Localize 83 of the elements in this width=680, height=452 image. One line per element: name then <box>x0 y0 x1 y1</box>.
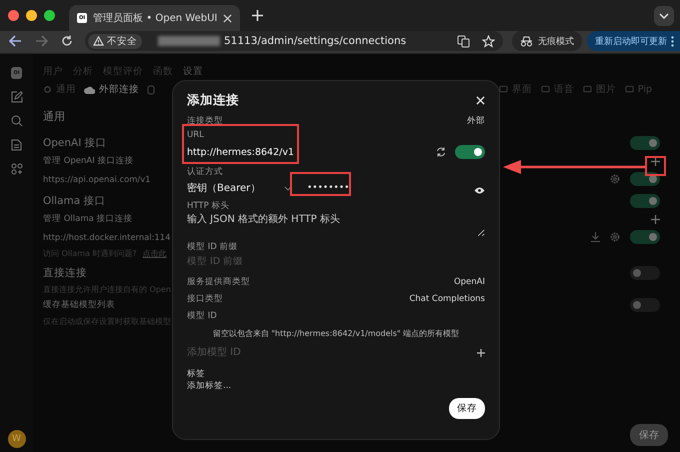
incognito-icon <box>520 36 533 46</box>
eye-icon[interactable] <box>474 186 485 194</box>
refresh-icon[interactable] <box>436 147 446 157</box>
tab-search-button[interactable] <box>654 6 674 26</box>
tags-input[interactable]: 添加标签... <box>187 380 485 392</box>
setting-heading: OpenAI 接口 <box>43 136 107 150</box>
apps-icon[interactable] <box>10 163 22 175</box>
chevron-down-icon[interactable] <box>284 186 292 190</box>
highlight-frame <box>645 156 666 176</box>
highlight-frame <box>290 172 351 196</box>
address-bar[interactable]: 不安全 51113/admin/settings/connections <box>85 31 503 51</box>
new-tab-icon[interactable] <box>252 10 263 21</box>
field-label: 接口类型 <box>187 293 223 305</box>
save-button[interactable]: 保存 <box>630 424 668 446</box>
setting-label: 管理 OpenAI 接口连接 <box>43 155 134 167</box>
field-label: 模型 ID <box>187 310 218 322</box>
setting-label: 缓存基础模型列表 <box>43 299 115 311</box>
document-icon[interactable] <box>11 139 22 151</box>
nav-tab[interactable]: 设置 <box>183 65 203 78</box>
toggle-switch[interactable] <box>455 145 485 159</box>
auth-method-select[interactable]: 密钥（Bearer） <box>187 181 275 195</box>
back-icon[interactable] <box>9 35 22 47</box>
settings-icon[interactable] <box>610 232 620 242</box>
cloud-icon <box>84 86 95 94</box>
search-icon[interactable] <box>10 115 22 127</box>
monitor-icon <box>624 85 634 94</box>
user-avatar[interactable]: W <box>8 430 26 448</box>
toggle-switch[interactable] <box>630 230 660 244</box>
connection-url: http://host.docker.internal:114 <box>43 232 170 242</box>
help-link[interactable]: 点击此 <box>142 248 167 258</box>
add-icon[interactable] <box>477 348 485 356</box>
setting-heading: Ollama 接口 <box>43 194 106 208</box>
star-icon[interactable] <box>482 34 495 48</box>
field-label: 认证方式 <box>187 166 224 178</box>
monitor-icon <box>540 85 550 94</box>
provider-select[interactable]: OpenAI <box>454 277 485 287</box>
prefix-input[interactable]: 模型 ID 前缀 <box>187 253 485 269</box>
field-label: URL <box>187 130 205 140</box>
reload-icon[interactable] <box>61 35 73 47</box>
setting-label: 管理 Ollama 接口连接 <box>43 213 133 225</box>
setting-heading: 直接连接 <box>43 266 87 280</box>
download-icon[interactable] <box>591 232 600 242</box>
model-id-hint: 留空以包含来自 "http://hermes:8642/v1/models" 端点的所有模型 <box>212 328 460 339</box>
field-label: 标签 <box>187 368 206 380</box>
field-label: 模型 ID 前缀 <box>187 241 238 253</box>
warning-icon <box>93 36 104 46</box>
incognito-indicator[interactable]: 无痕模式 <box>512 31 582 51</box>
chevron-down-icon <box>659 12 669 18</box>
relaunch-update-button[interactable]: 重新启动即可更新 <box>587 31 680 51</box>
headers-textarea[interactable]: 输入 JSON 格式的额外 HTTP 标头 <box>187 212 485 237</box>
monitor-icon <box>498 85 508 94</box>
dialog-title: 添加连接 <box>187 92 239 109</box>
toggle-switch[interactable] <box>630 136 660 150</box>
close-window-icon[interactable] <box>8 10 19 21</box>
close-tab-icon[interactable] <box>223 14 232 22</box>
field-label: 连接类型 <box>187 115 223 127</box>
minimize-window-icon[interactable] <box>26 10 37 21</box>
api-key-input[interactable]: •••••••• <box>307 180 359 196</box>
maximize-window-icon[interactable] <box>44 10 55 21</box>
settings-icon[interactable] <box>610 174 620 184</box>
toggle-switch[interactable] <box>630 194 660 208</box>
monitor-icon <box>582 85 592 94</box>
api-type-select[interactable]: Chat Completions <box>409 294 485 304</box>
add-icon[interactable] <box>651 156 660 166</box>
connection-type-value[interactable]: 外部 <box>467 115 485 127</box>
field-label: 服务提供商类型 <box>187 276 250 288</box>
more-icon <box>671 36 674 46</box>
model-id-input[interactable]: 添加模型 ID <box>187 344 468 360</box>
toggle-switch[interactable] <box>630 172 660 186</box>
toggle-switch[interactable] <box>630 298 660 312</box>
field-label: HTTP 标头 <box>187 200 230 212</box>
blurred-address <box>158 36 220 46</box>
section-title: 通用 <box>43 109 65 124</box>
connection-url: https://api.openai.com/v1 <box>43 174 150 184</box>
add-icon[interactable] <box>651 214 660 224</box>
close-icon[interactable] <box>476 96 485 105</box>
save-button[interactable]: 保存 <box>449 398 485 419</box>
security-chip[interactable]: 不安全 <box>88 34 142 48</box>
edit-icon[interactable] <box>10 91 22 103</box>
url-input[interactable]: http://hermes:8642/v1 <box>187 144 427 160</box>
toggle-switch[interactable] <box>630 266 660 280</box>
translate-icon[interactable] <box>457 34 470 48</box>
settings-tab[interactable]: 外部连接 <box>84 83 139 96</box>
